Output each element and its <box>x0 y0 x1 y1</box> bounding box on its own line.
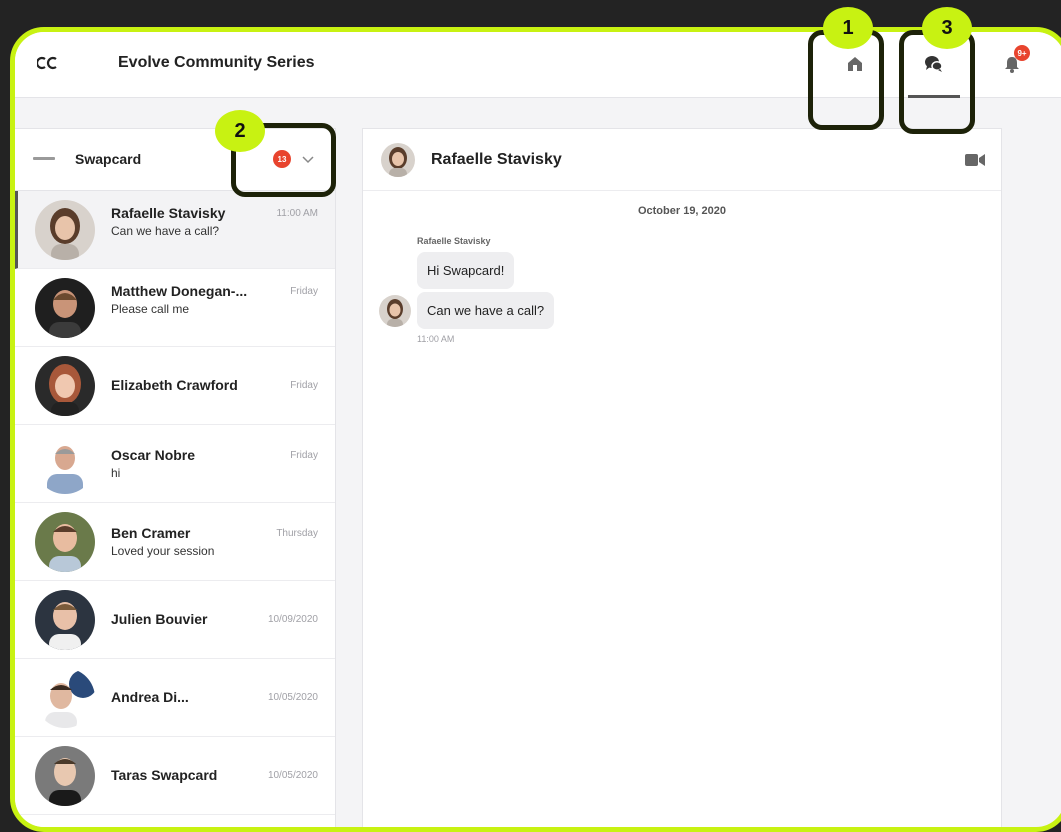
avatar <box>35 434 95 494</box>
app-logo-icon[interactable] <box>37 56 59 70</box>
conversation-item[interactable]: Ben Cramer Loved your session Thursday <box>15 503 335 581</box>
conversation-time: Friday <box>290 286 318 297</box>
callout-number: 3 <box>922 7 972 49</box>
conversation-list-panel: Swapcard 13 Rafaelle Stavisky Can we hav… <box>15 128 336 827</box>
notification-badge: 9+ <box>1014 45 1030 61</box>
avatar <box>35 668 95 728</box>
avatar <box>35 356 95 416</box>
message-sender: Rafaelle Stavisky <box>417 236 491 246</box>
conversation-item[interactable]: Taras Swapcard 10/05/2020 <box>15 737 335 815</box>
conversation-preview: hi <box>111 466 121 480</box>
avatar <box>35 278 95 338</box>
chat-panel: Rafaelle Stavisky October 19, 2020 Rafae… <box>362 128 1002 827</box>
conversation-time: Thursday <box>276 528 318 539</box>
conversation-preview: Can we have a call? <box>111 224 220 238</box>
message-bubble: Hi Swapcard! <box>417 252 515 289</box>
conversation-time: 11:00 AM <box>276 208 318 219</box>
conversation-name: Matthew Donegan-... <box>111 283 248 299</box>
conversation-preview: Loved your session <box>111 544 215 558</box>
avatar <box>35 512 95 572</box>
avatar <box>379 295 411 327</box>
conversation-time: Friday <box>290 380 318 391</box>
conversation-name: Julien Bouvier <box>111 611 208 627</box>
callout-number: 2 <box>215 110 265 152</box>
conversation-name: Rafaelle Stavisky <box>111 205 226 221</box>
chat-contact-name[interactable]: Rafaelle Stavisky <box>431 151 562 169</box>
conversation-item[interactable]: Rafaelle Stavisky Can we have a call? 11… <box>15 191 335 269</box>
message-time: 11:00 AM <box>417 334 455 344</box>
org-logo-icon <box>33 157 55 160</box>
conversation-name: Ben Cramer <box>111 525 191 541</box>
conversation-name: Andrea Di... <box>111 689 189 705</box>
video-call-icon[interactable] <box>965 153 985 167</box>
conversation-item[interactable]: Matthew Donegan-... Please call me Frida… <box>15 269 335 347</box>
avatar <box>35 200 95 260</box>
date-separator: October 19, 2020 <box>637 205 727 217</box>
message-bubble: Can we have a call? <box>417 292 555 329</box>
avatar <box>35 590 95 650</box>
org-name: Swapcard <box>75 151 142 167</box>
conversation-item[interactable]: Julien Bouvier 10/09/2020 <box>15 581 335 659</box>
avatar <box>35 746 95 806</box>
avatar[interactable] <box>381 143 415 177</box>
chat-header: Rafaelle Stavisky <box>363 129 1001 191</box>
conversation-name: Elizabeth Crawford <box>111 377 238 393</box>
conversation-item[interactable]: Elizabeth Crawford Friday <box>15 347 335 425</box>
conversation-time: Friday <box>290 450 318 461</box>
conversation-item[interactable]: Andrea Di... 10/05/2020 <box>15 659 335 737</box>
app-window: Evolve Community Series 9+ Swapcard 13 R… <box>10 27 1061 832</box>
conversation-time: 10/05/2020 <box>267 770 318 781</box>
conversation-item[interactable]: Oscar Nobre hi Friday <box>15 425 335 503</box>
callout-number: 1 <box>823 7 873 49</box>
conversation-name: Taras Swapcard <box>111 767 218 783</box>
conversation-time: 10/05/2020 <box>267 692 318 703</box>
conversation-name: Oscar Nobre <box>111 447 196 463</box>
app-title: Evolve Community Series <box>118 54 315 71</box>
conversation-time: 10/09/2020 <box>267 614 318 625</box>
conversation-preview: Please call me <box>111 302 190 316</box>
